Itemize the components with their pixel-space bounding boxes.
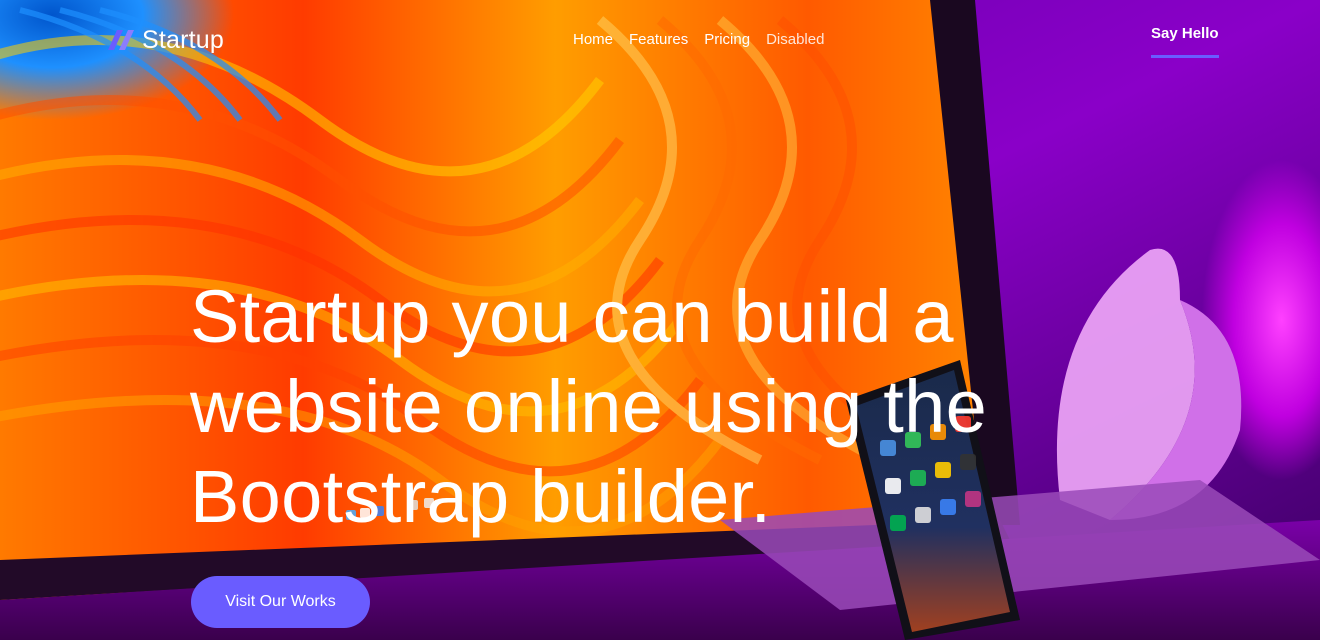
nav-item-home: Home (565, 30, 621, 50)
nav-item-disabled: Disabled (758, 30, 832, 50)
hero-section: Startup Home Features Pricing Disabled S… (0, 0, 1320, 640)
hero-headline: Startup you can build a website online u… (190, 275, 988, 538)
nav-link-pricing[interactable]: Pricing (696, 30, 758, 50)
say-hello-link[interactable]: Say Hello (1151, 24, 1219, 58)
nav-link-features[interactable]: Features (621, 30, 696, 50)
double-slash-logo-icon (108, 30, 134, 50)
visit-our-works-button[interactable]: Visit Our Works (191, 576, 370, 628)
nav-link-home[interactable]: Home (565, 30, 621, 50)
nav-link-disabled: Disabled (766, 31, 825, 48)
navbar: Startup Home Features Pricing Disabled S… (0, 0, 1320, 80)
nav-item-features: Features (621, 30, 696, 50)
nav-menu: Home Features Pricing Disabled (565, 30, 832, 50)
brand-logo-link[interactable]: Startup (108, 26, 224, 54)
brand-name: Startup (142, 26, 225, 54)
nav-item-pricing: Pricing (696, 30, 758, 50)
